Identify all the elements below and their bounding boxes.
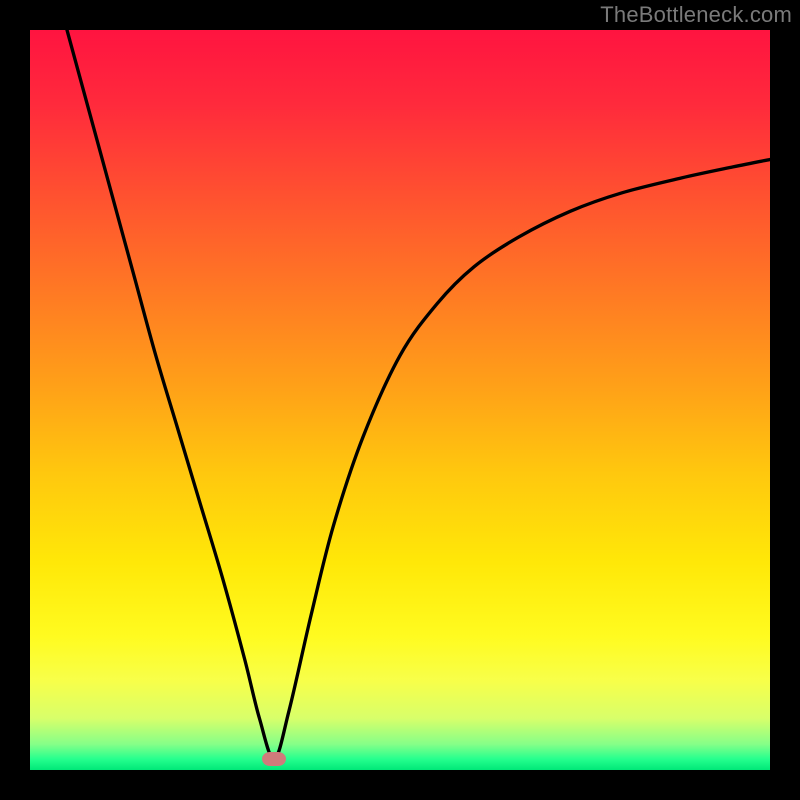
chart-frame: TheBottleneck.com (0, 0, 800, 800)
plot-area (30, 30, 770, 770)
watermark-text: TheBottleneck.com (600, 2, 792, 28)
bottleneck-curve (30, 30, 770, 770)
optimum-marker (262, 752, 286, 766)
